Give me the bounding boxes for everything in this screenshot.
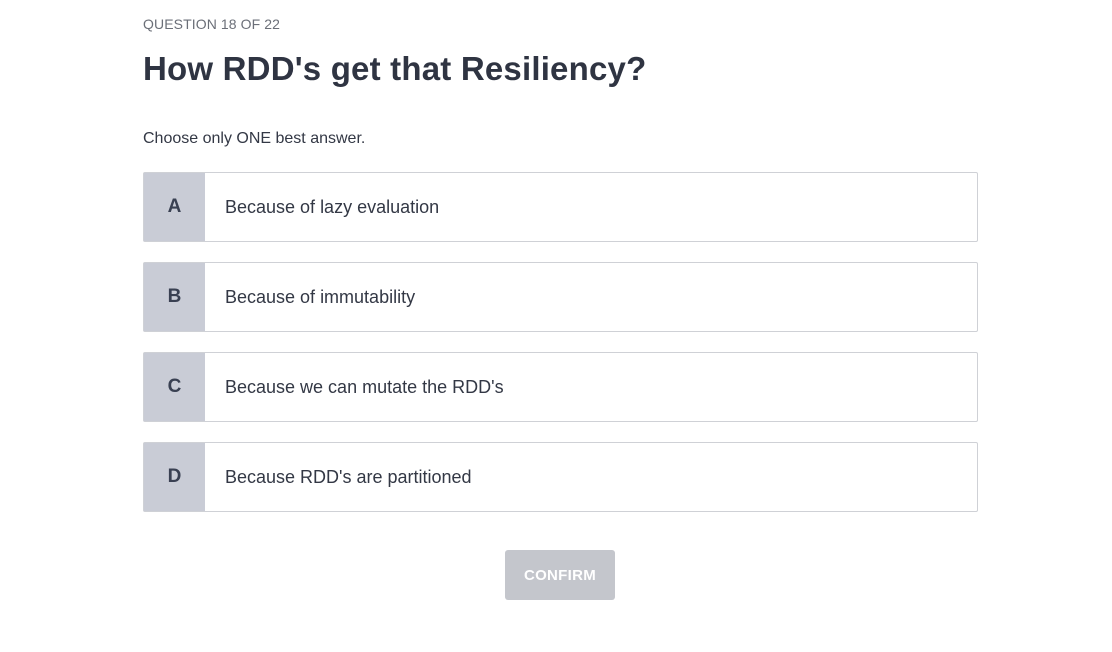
answer-option-a[interactable]: A Because of lazy evaluation: [143, 172, 978, 242]
question-title: How RDD's get that Resiliency?: [143, 50, 647, 87]
answer-option-b[interactable]: B Because of immutability: [143, 262, 978, 332]
answer-options: A Because of lazy evaluation B Because o…: [143, 172, 978, 532]
option-letter-badge: B: [144, 263, 205, 331]
answer-instruction: Choose only ONE best answer.: [143, 130, 366, 147]
answer-option-d[interactable]: D Because RDD's are partitioned: [143, 442, 978, 512]
answer-option-c[interactable]: C Because we can mutate the RDD's: [143, 352, 978, 422]
option-text: Because RDD's are partitioned: [225, 466, 472, 487]
option-letter-badge: A: [144, 173, 205, 241]
option-text: Because we can mutate the RDD's: [225, 376, 504, 397]
confirm-button[interactable]: CONFIRM: [505, 550, 615, 600]
option-text: Because of immutability: [225, 286, 416, 307]
option-text: Because of lazy evaluation: [225, 196, 440, 217]
question-progress: QUESTION 18 OF 22: [143, 16, 281, 32]
option-letter-badge: C: [144, 353, 205, 421]
option-letter-badge: D: [144, 443, 205, 511]
